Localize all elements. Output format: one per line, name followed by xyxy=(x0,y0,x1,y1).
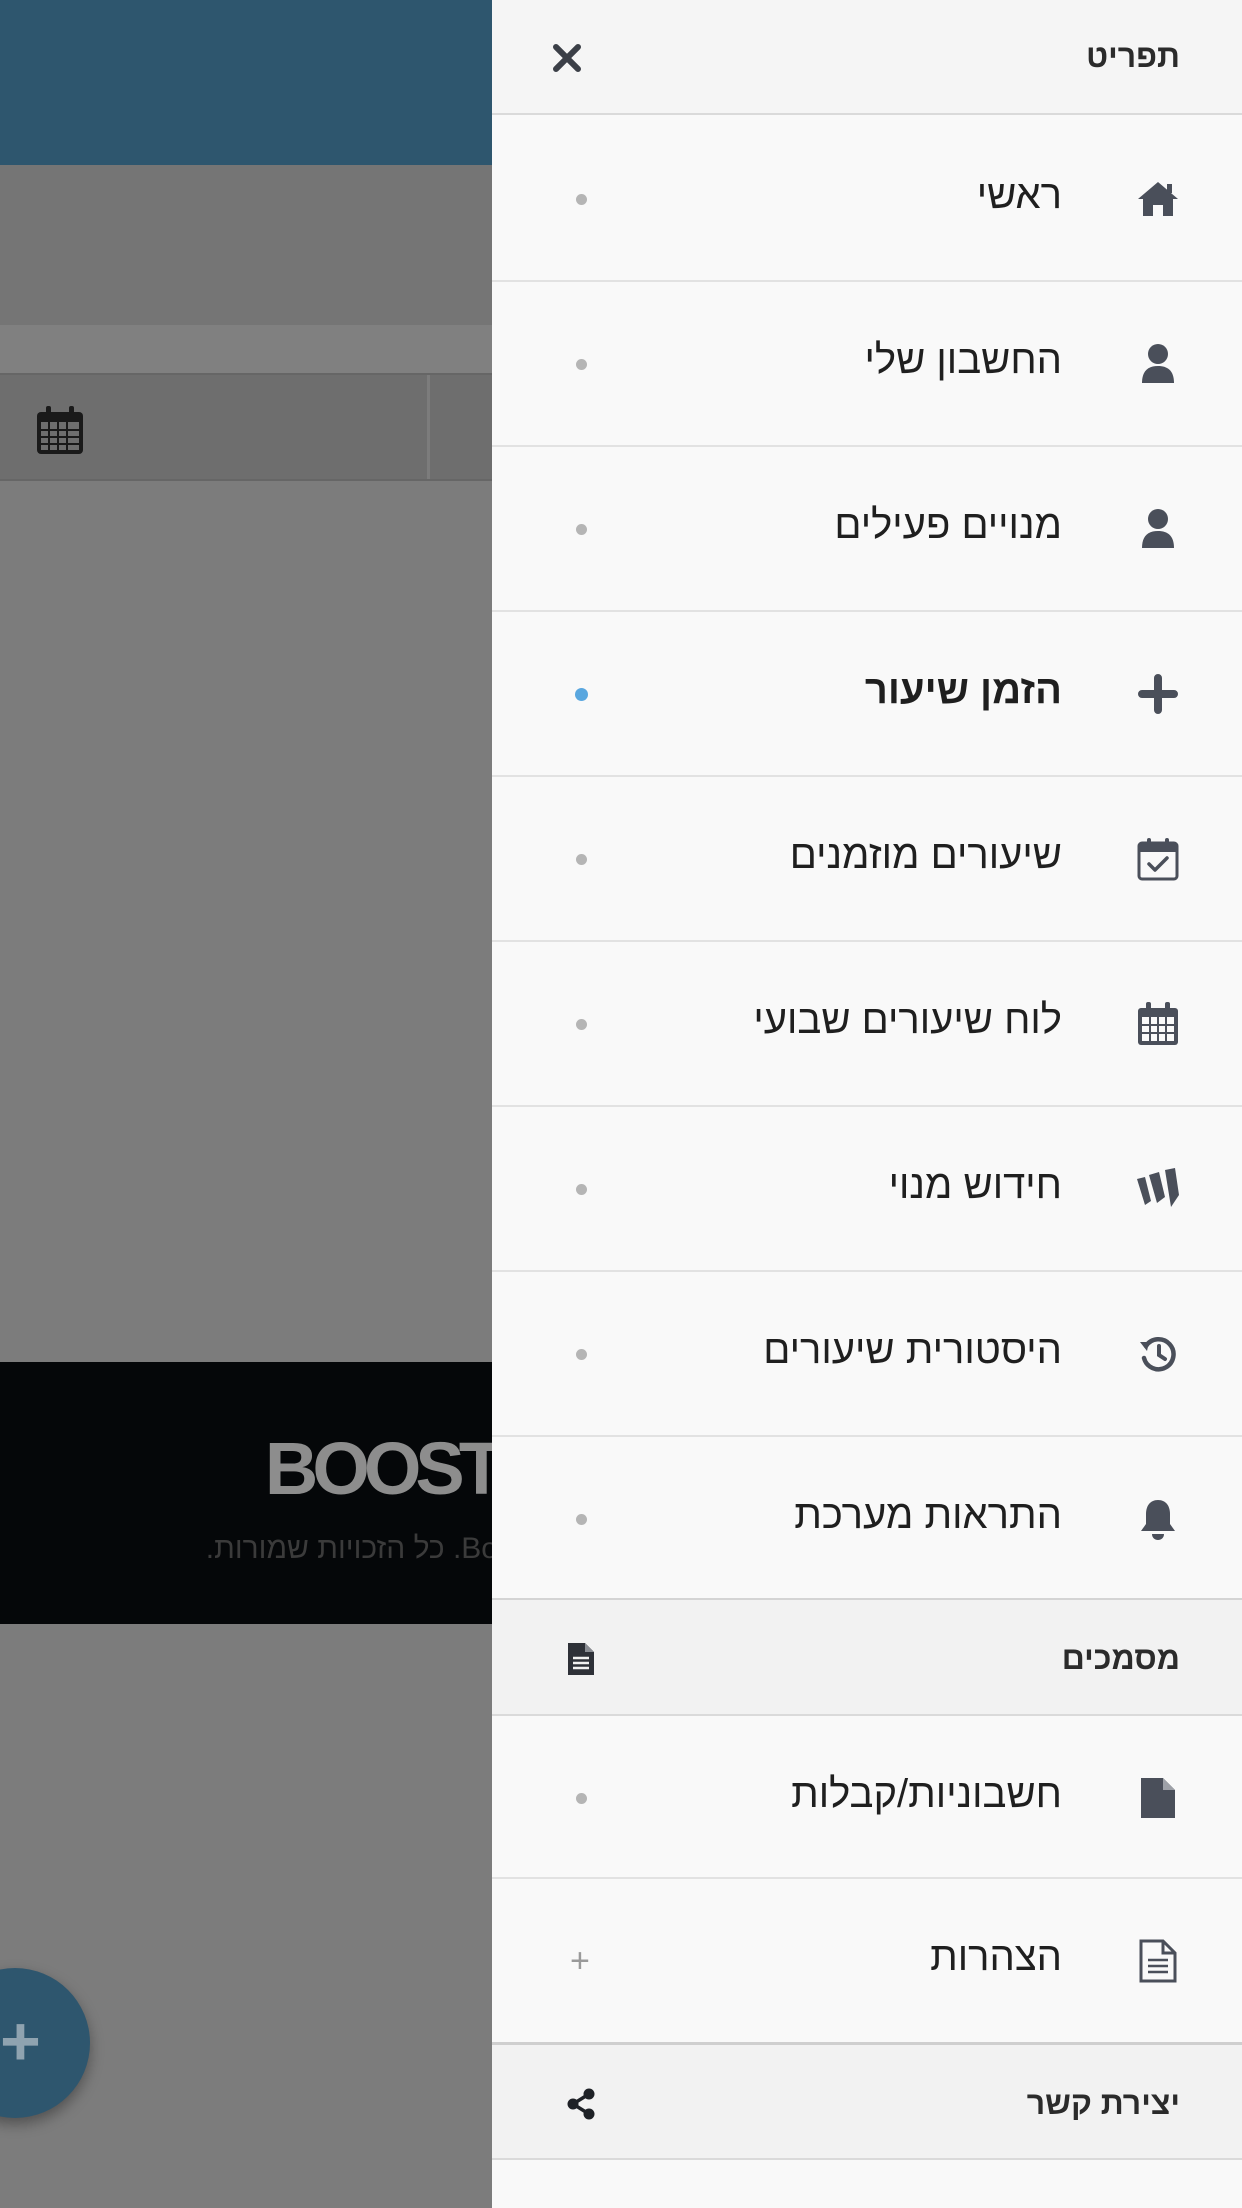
home-icon xyxy=(1134,175,1182,223)
fab-plus-icon: + xyxy=(0,2002,41,2080)
history-icon xyxy=(1134,1330,1182,1378)
item-marker-dot xyxy=(576,359,587,370)
item-marker-dot xyxy=(576,1184,587,1195)
file-icon xyxy=(1134,1774,1182,1822)
calendar-check-icon xyxy=(1134,835,1182,883)
menu-item-my-account[interactable]: החשבון שלי xyxy=(492,282,1242,447)
file-text-icon xyxy=(1134,1937,1182,1985)
menu-item-label: חשבוניות/קבלות xyxy=(791,1772,1062,1816)
menu-item-declarations[interactable]: הצהרות + xyxy=(492,1879,1242,2042)
menu-item-system-notifications[interactable]: התראות מערכת xyxy=(492,1437,1242,1602)
menu-item-booked-classes[interactable]: שיעורים מוזמנים xyxy=(492,777,1242,942)
menu-item-invoices-receipts[interactable]: חשבוניות/קבלות xyxy=(492,1716,1242,1879)
menu-item-label: שיעורים מוזמנים xyxy=(789,833,1062,877)
calendar-icon xyxy=(1134,1000,1182,1048)
item-marker-dot xyxy=(576,1793,587,1804)
section-documents[interactable]: מסמכים xyxy=(492,1598,1242,1716)
user-icon xyxy=(1134,340,1182,388)
expand-plus-icon[interactable]: + xyxy=(570,1941,590,1981)
item-marker-dot xyxy=(576,194,587,205)
section-title: מסמכים xyxy=(1061,1640,1180,1676)
menu-item-label: ראשי xyxy=(976,173,1062,217)
menu-item-label: חידוש מנוי xyxy=(888,1163,1062,1207)
footer-logo: BOOST xyxy=(264,1427,504,1510)
side-menu-drawer: תפריט ראשי החשבון שלי מנויים פעילים הזמן… xyxy=(492,0,1242,2208)
document-icon xyxy=(562,1640,600,1678)
brand-logo-icon xyxy=(1134,1165,1182,1213)
menu-item-weekly-schedule[interactable]: לוח שיעורים שבועי xyxy=(492,942,1242,1107)
menu-item-home[interactable]: ראשי xyxy=(492,117,1242,282)
menu-item-label: לוח שיעורים שבועי xyxy=(753,998,1062,1042)
close-button[interactable] xyxy=(547,38,587,78)
item-marker-dot xyxy=(576,1514,587,1525)
item-marker-dot xyxy=(576,1349,587,1360)
item-marker-dot xyxy=(576,854,587,865)
menu-item-label: התראות מערכת xyxy=(794,1493,1062,1537)
drawer-header: תפריט xyxy=(492,0,1242,115)
tab-separator xyxy=(427,375,430,479)
item-marker-dot xyxy=(576,1019,587,1030)
menu-item-active-memberships[interactable]: מנויים פעילים xyxy=(492,447,1242,612)
menu-item-label: היסטורית שיעורים xyxy=(763,1328,1062,1372)
menu-item-renew-membership[interactable]: חידוש מנוי xyxy=(492,1107,1242,1272)
bell-icon xyxy=(1134,1495,1182,1543)
footer-copyright: Bo. כל הזכויות שמורות. xyxy=(205,1532,498,1565)
section-contact[interactable]: יצירת קשר xyxy=(492,2042,1242,2160)
close-icon xyxy=(553,44,581,72)
drawer-bottom-spacer xyxy=(492,2162,1242,2208)
user-icon xyxy=(1134,505,1182,553)
section-title: יצירת קשר xyxy=(1026,2085,1180,2121)
item-marker-dot-active xyxy=(575,688,588,701)
menu-item-label: החשבון שלי xyxy=(864,338,1062,382)
add-fab-button[interactable]: + xyxy=(0,1968,90,2118)
plus-icon xyxy=(1134,670,1182,718)
share-icon xyxy=(562,2085,600,2123)
item-marker-dot xyxy=(576,524,587,535)
menu-item-label: מנויים פעילים xyxy=(834,503,1062,547)
drawer-title: תפריט xyxy=(1086,38,1180,74)
menu-item-label: הצהרות xyxy=(930,1935,1062,1979)
menu-item-book-class[interactable]: הזמן שיעור xyxy=(492,612,1242,777)
menu-item-class-history[interactable]: היסטורית שיעורים xyxy=(492,1272,1242,1437)
menu-item-label: הזמן שיעור xyxy=(864,668,1062,712)
calendar-icon[interactable] xyxy=(34,405,86,457)
